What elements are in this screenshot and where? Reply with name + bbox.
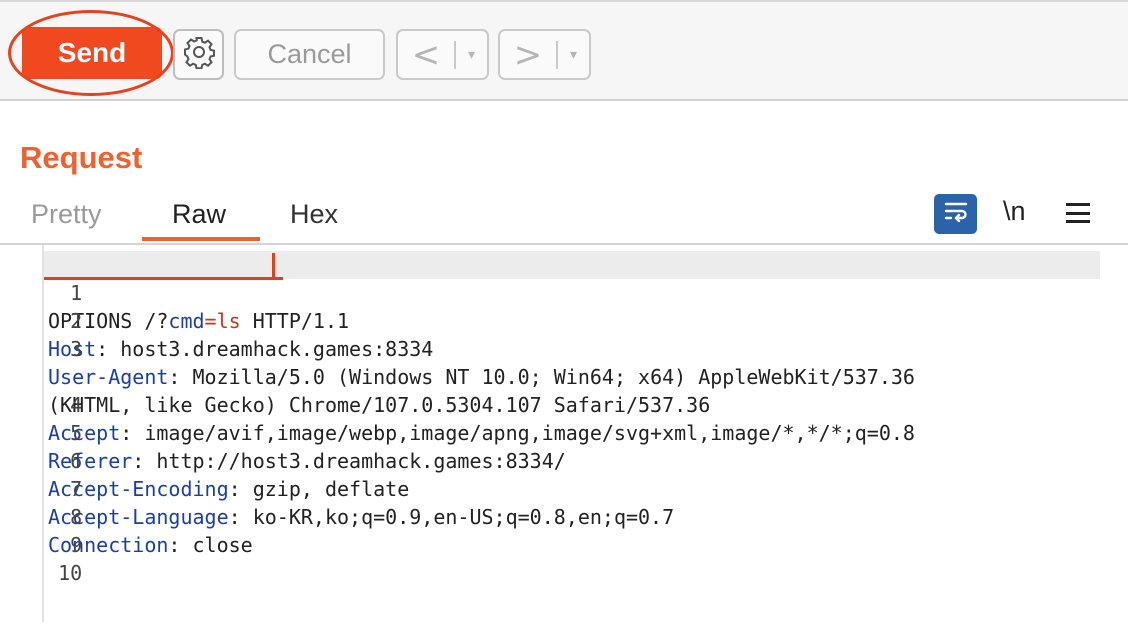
code-line: 8 Connection: close <box>0 475 1110 557</box>
chevron-left-icon: < <box>411 34 441 75</box>
code-line: 5 Referer: http://host3.dreamhack.games:… <box>0 391 1110 473</box>
code-line: 3 User-Agent: Mozilla/5.0 (Windows NT 10… <box>0 307 1110 389</box>
forward-button[interactable]: > <box>500 31 556 78</box>
code-line: 9 <box>0 503 1110 557</box>
send-button[interactable]: Send <box>22 27 162 79</box>
forward-button-group: > ▾ <box>498 29 591 80</box>
forward-history-dropdown[interactable]: ▾ <box>558 31 589 78</box>
gear-icon <box>182 35 216 74</box>
tab-pretty[interactable]: Pretty <box>31 199 102 230</box>
raw-request-editor[interactable]: 1 OPTIONS /?cmd=ls HTTP/1.1 2 Host: host… <box>0 243 1128 622</box>
settings-button[interactable] <box>173 29 224 80</box>
tab-hex[interactable]: Hex <box>290 199 338 230</box>
code-line: 1 OPTIONS /?cmd=ls HTTP/1.1 <box>0 251 1110 333</box>
word-wrap-toggle[interactable] <box>934 194 977 234</box>
back-history-dropdown[interactable]: ▾ <box>456 31 487 78</box>
cancel-button[interactable]: Cancel <box>234 29 385 80</box>
word-wrap-icon <box>942 199 970 230</box>
code-line: 7 Accept-Language: ko-KR,ko;q=0.9,en-US;… <box>0 447 1110 529</box>
chevron-right-icon: > <box>513 34 543 75</box>
back-button[interactable]: < <box>398 31 454 78</box>
line-number: 10 <box>58 561 83 585</box>
back-button-group: < ▾ <box>396 29 489 80</box>
code-line: 10 <box>0 531 1110 585</box>
code-line-wrapped: (KHTML, like Gecko) Chrome/107.0.5304.10… <box>0 335 1110 417</box>
code-line: 2 Host: host3.dreamhack.games:8334 <box>0 279 1110 361</box>
chevron-down-icon: ▾ <box>467 46 476 62</box>
code-line: 6 Accept-Encoding: gzip, deflate <box>0 419 1110 501</box>
toolbar: Send Cancel < ▾ > ▾ <box>0 0 1128 101</box>
show-newlines-toggle[interactable]: \n <box>1003 196 1026 227</box>
chevron-down-icon: ▾ <box>569 46 578 62</box>
request-panel-title: Request <box>20 140 143 175</box>
active-tab-indicator <box>142 237 260 241</box>
hamburger-menu-icon[interactable] <box>1066 200 1092 226</box>
tab-raw[interactable]: Raw <box>172 199 226 230</box>
code-line: 4 Accept: image/avif,image/webp,image/ap… <box>0 363 1110 445</box>
text-caret <box>272 253 275 280</box>
